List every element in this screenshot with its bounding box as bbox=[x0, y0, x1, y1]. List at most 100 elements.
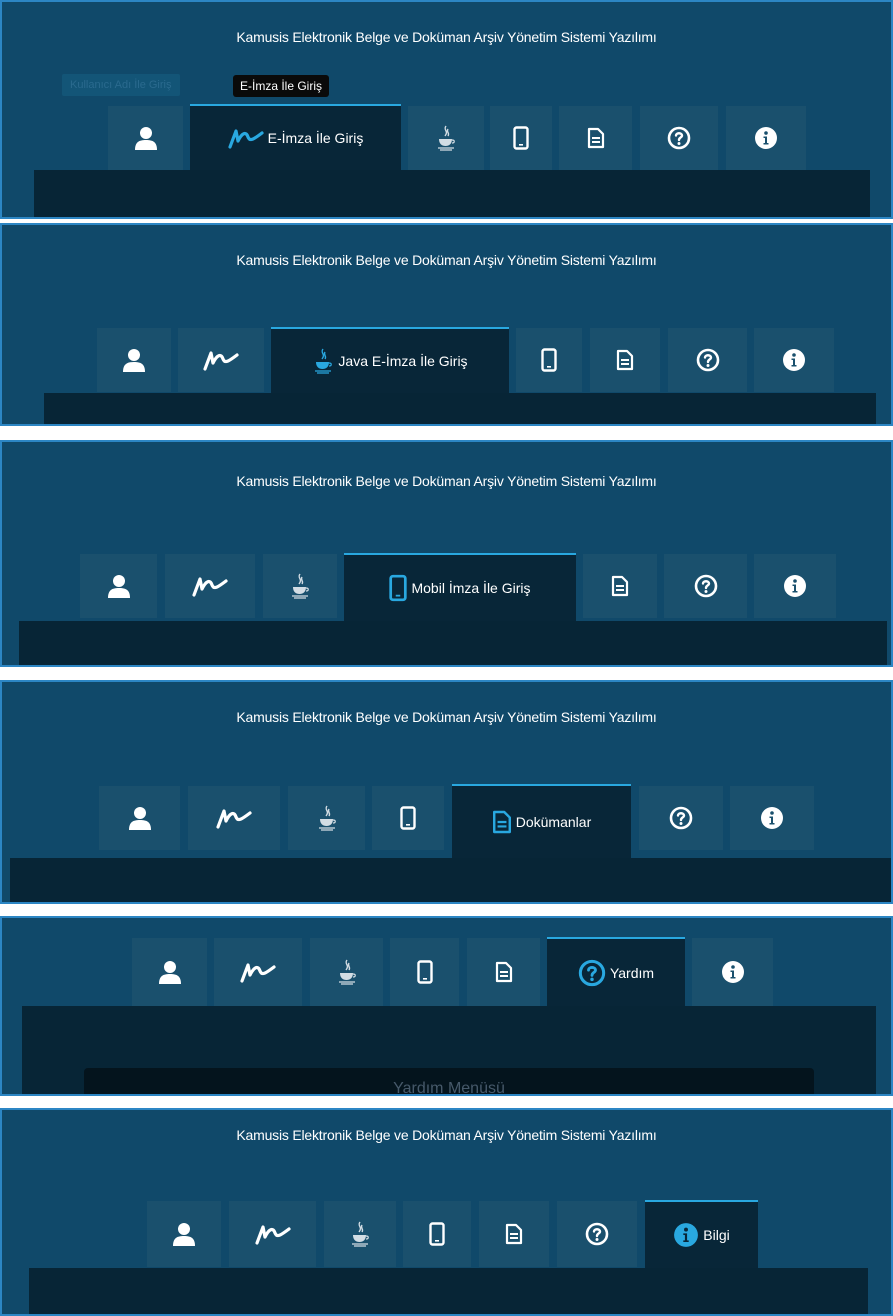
tab-java-login[interactable] bbox=[310, 938, 383, 1006]
info-circle-icon bbox=[754, 126, 778, 150]
app-title: Kamusis Elektronik Belge ve Doküman Arşi… bbox=[236, 252, 657, 268]
tab-java-login[interactable] bbox=[324, 1201, 396, 1267]
java-icon bbox=[289, 572, 311, 600]
info-circle-icon bbox=[721, 960, 745, 984]
panel-mobil-login: Kamusis Elektronik Belge ve Doküman Arşi… bbox=[0, 440, 893, 667]
mobile-phone-icon bbox=[400, 806, 416, 830]
mobile-phone-icon bbox=[541, 348, 557, 372]
user-icon bbox=[157, 959, 183, 985]
help-menu-title: Yardım Menüsü bbox=[393, 1080, 505, 1096]
question-circle-icon bbox=[696, 348, 720, 372]
tab-dokuman[interactable] bbox=[590, 328, 660, 392]
tab-mobil-login[interactable] bbox=[390, 938, 459, 1006]
content-bar bbox=[10, 858, 891, 902]
java-icon bbox=[312, 347, 334, 375]
question-circle-icon bbox=[578, 959, 606, 987]
question-circle-icon bbox=[667, 126, 691, 150]
tab-eimza-login[interactable] bbox=[214, 938, 302, 1006]
tab-mobil-login[interactable] bbox=[516, 328, 582, 392]
document-icon bbox=[611, 575, 629, 597]
tab-user-login[interactable] bbox=[108, 106, 183, 170]
content-bar bbox=[19, 621, 887, 665]
content-bar bbox=[29, 1268, 868, 1314]
tab-eimza-login[interactable] bbox=[178, 328, 264, 392]
tab-yardim-label: Yardım bbox=[609, 964, 655, 981]
tab-java-login[interactable] bbox=[288, 786, 365, 850]
tab-dokuman[interactable] bbox=[583, 554, 657, 618]
faded-user-login-label: Kullanıcı Adı İle Giriş bbox=[62, 74, 180, 96]
signature-icon bbox=[192, 575, 228, 597]
tab-yardim[interactable] bbox=[557, 1201, 637, 1267]
tab-eimza-login[interactable]: E-İmza İle Giriş bbox=[190, 104, 401, 170]
app-title: Kamusis Elektronik Belge ve Doküman Arşi… bbox=[236, 709, 657, 725]
tab-mobil-login[interactable] bbox=[372, 786, 444, 850]
panel-eimza-login: Kamusis Elektronik Belge ve Doküman Arşi… bbox=[0, 0, 893, 219]
user-icon bbox=[106, 573, 132, 599]
tab-yardim[interactable] bbox=[639, 786, 723, 850]
tab-bilgi[interactable] bbox=[754, 328, 834, 392]
document-icon bbox=[495, 961, 513, 983]
user-icon bbox=[171, 1221, 197, 1247]
tab-bilgi[interactable] bbox=[754, 554, 836, 618]
panel-bilgi: Kamusis Elektronik Belge ve Doküman Arşi… bbox=[0, 1108, 893, 1316]
app-title: Kamusis Elektronik Belge ve Doküman Arşi… bbox=[236, 473, 657, 489]
tab-bilgi[interactable] bbox=[730, 786, 814, 850]
tab-dokuman-label: Dokümanlar bbox=[515, 814, 592, 830]
tab-bilgi-label: Bilgi bbox=[703, 1227, 730, 1243]
java-icon bbox=[435, 124, 457, 152]
tab-yardim[interactable] bbox=[640, 106, 718, 170]
mobile-phone-icon bbox=[389, 573, 408, 603]
tab-dokuman[interactable] bbox=[467, 938, 540, 1006]
signature-icon bbox=[216, 807, 252, 829]
tab-yardim[interactable] bbox=[668, 328, 747, 392]
document-icon bbox=[587, 127, 605, 149]
tab-user-login[interactable] bbox=[132, 938, 207, 1006]
panel-java-login: Kamusis Elektronik Belge ve Doküman Arşi… bbox=[0, 223, 893, 426]
tab-dokuman[interactable] bbox=[479, 1201, 549, 1267]
mobile-phone-icon bbox=[429, 1222, 445, 1246]
signature-icon bbox=[254, 1223, 291, 1245]
tab-mobil-label: Mobil İmza İle Giriş bbox=[411, 580, 531, 596]
help-menu-box: Yardım Menüsü bbox=[84, 1068, 814, 1096]
tab-user-login[interactable] bbox=[99, 786, 180, 850]
app-title: Kamusis Elektronik Belge ve Doküman Arşi… bbox=[236, 29, 657, 45]
question-circle-icon bbox=[585, 1222, 609, 1246]
tab-eimza-login[interactable] bbox=[165, 554, 255, 618]
tab-java-label: Java E-İmza İle Giriş bbox=[338, 353, 468, 369]
info-circle-icon bbox=[760, 806, 784, 830]
tab-yardim[interactable] bbox=[664, 554, 747, 618]
info-circle-icon bbox=[782, 348, 806, 372]
tab-user-login[interactable] bbox=[147, 1201, 221, 1267]
mobile-phone-icon bbox=[513, 126, 529, 150]
tab-bilgi[interactable] bbox=[726, 106, 806, 170]
java-icon bbox=[349, 1220, 371, 1248]
tab-java-login[interactable] bbox=[408, 106, 484, 170]
tab-user-login[interactable] bbox=[80, 554, 157, 618]
tab-mobil-login[interactable] bbox=[403, 1201, 471, 1267]
question-circle-icon bbox=[694, 574, 718, 598]
panel-dokumanlar: Kamusis Elektronik Belge ve Doküman Arşi… bbox=[0, 680, 893, 904]
tab-bilgi[interactable]: Bilgi bbox=[645, 1200, 758, 1268]
tab-eimza-login[interactable] bbox=[229, 1201, 316, 1267]
tab-yardim[interactable]: Yardım bbox=[547, 937, 685, 1006]
signature-icon bbox=[240, 961, 276, 983]
tab-mobil-login[interactable]: Mobil İmza İle Giriş bbox=[344, 553, 576, 621]
tab-dokuman[interactable]: Dokümanlar bbox=[452, 784, 631, 858]
document-icon bbox=[505, 1223, 523, 1245]
info-circle-icon bbox=[673, 1222, 699, 1248]
question-circle-icon bbox=[669, 806, 693, 830]
content-bar bbox=[34, 170, 870, 217]
tab-bilgi[interactable] bbox=[692, 938, 773, 1006]
tab-mobil-login[interactable] bbox=[490, 106, 552, 170]
document-icon bbox=[616, 349, 634, 371]
tab-dokuman[interactable] bbox=[559, 106, 632, 170]
tab-java-login[interactable]: Java E-İmza İle Giriş bbox=[271, 327, 509, 393]
tab-java-login[interactable] bbox=[263, 554, 337, 618]
content-bar bbox=[44, 393, 876, 424]
tab-eimza-login[interactable] bbox=[188, 786, 280, 850]
signature-icon bbox=[203, 349, 239, 371]
tab-user-login[interactable] bbox=[97, 328, 171, 392]
info-circle-icon bbox=[783, 574, 807, 598]
user-icon bbox=[133, 125, 159, 151]
user-icon bbox=[127, 805, 153, 831]
